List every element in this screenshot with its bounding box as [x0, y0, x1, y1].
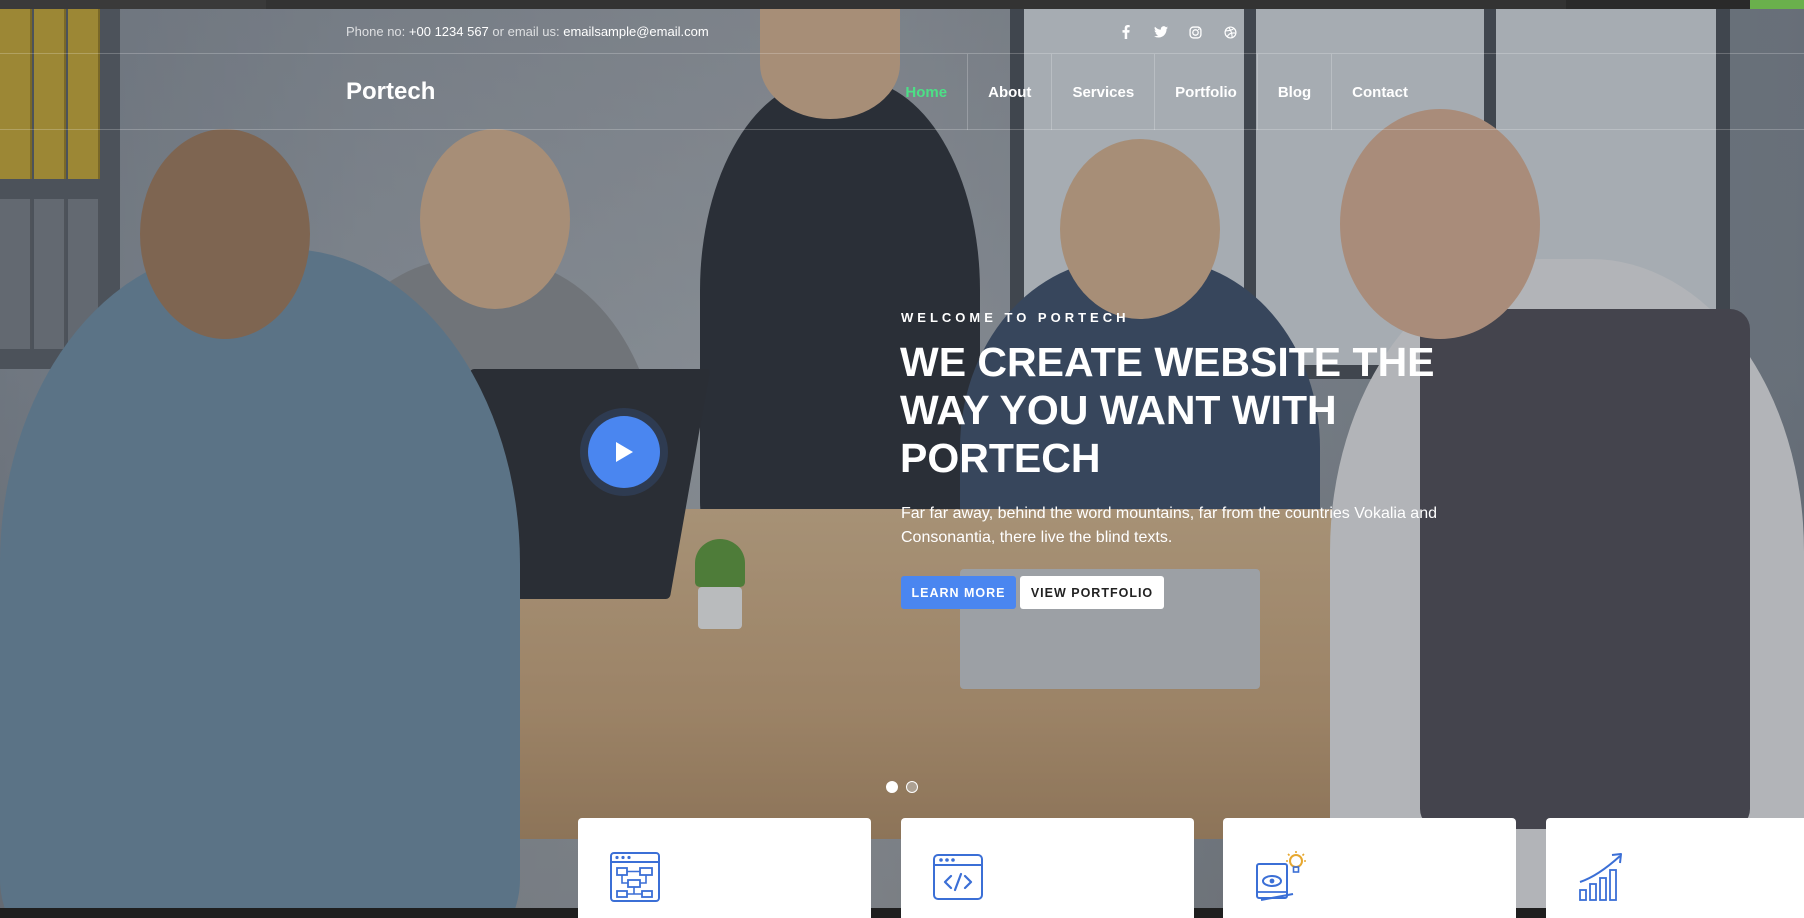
top-strip: [0, 0, 1804, 9]
slider-dots: [886, 781, 918, 793]
slider-dot-2[interactable]: [906, 781, 918, 793]
top-strip-segment: [266, 0, 1566, 9]
play-icon: [616, 442, 633, 462]
hero-lead: Far far away, behind the word mountains,…: [901, 505, 1437, 546]
main-nav: Home About Services Portfolio Blog Conta…: [885, 54, 1428, 130]
hero-eyebrow: WELCOME TO PORTECH: [901, 310, 1130, 325]
top-strip-accent: [1750, 0, 1804, 9]
social-links: [1108, 22, 1248, 42]
workflow-icon: [610, 852, 660, 902]
feature-card-1[interactable]: [578, 818, 871, 918]
nav-item-blog[interactable]: Blog: [1258, 54, 1333, 130]
slider-dot-1[interactable]: [886, 781, 898, 793]
contact-bar: Phone no: +00 1234 567 or email us: emai…: [0, 9, 1804, 54]
site-logo[interactable]: Portech: [346, 78, 435, 106]
main-navbar: Portech Home About Services Portfolio Bl…: [0, 54, 1804, 130]
feature-card-2[interactable]: [901, 818, 1194, 918]
code-window-icon: [933, 854, 983, 900]
instagram-icon[interactable]: [1178, 22, 1213, 42]
learn-more-button[interactable]: LEARN MORE: [901, 576, 1016, 609]
nav-item-about[interactable]: About: [968, 54, 1053, 130]
phone-number[interactable]: +00 1234 567: [409, 24, 489, 39]
hero-headline: WE CREATE WEBSITE THE WAY YOU WANT WITH …: [900, 339, 1435, 481]
nav-item-contact[interactable]: Contact: [1332, 54, 1428, 130]
twitter-icon[interactable]: [1143, 22, 1178, 42]
design-idea-icon: [1256, 851, 1306, 901]
view-portfolio-button[interactable]: VIEW PORTFOLIO: [1020, 576, 1164, 609]
nav-item-services[interactable]: Services: [1052, 54, 1156, 130]
email-address[interactable]: emailsample@email.com: [563, 24, 708, 39]
top-strip-segment: [0, 0, 266, 9]
phone-label: Phone no:: [346, 24, 406, 39]
feature-card-4[interactable]: [1546, 818, 1804, 918]
feature-card-3[interactable]: [1223, 818, 1516, 918]
dribbble-icon[interactable]: [1213, 22, 1248, 42]
nav-item-home[interactable]: Home: [885, 54, 969, 130]
growth-chart-icon: [1579, 853, 1622, 901]
facebook-icon[interactable]: [1108, 22, 1143, 42]
email-label: or email us:: [492, 24, 560, 39]
nav-item-portfolio[interactable]: Portfolio: [1155, 54, 1258, 130]
contact-info: Phone no: +00 1234 567 or email us: emai…: [346, 24, 709, 39]
play-video-button[interactable]: [588, 416, 660, 488]
